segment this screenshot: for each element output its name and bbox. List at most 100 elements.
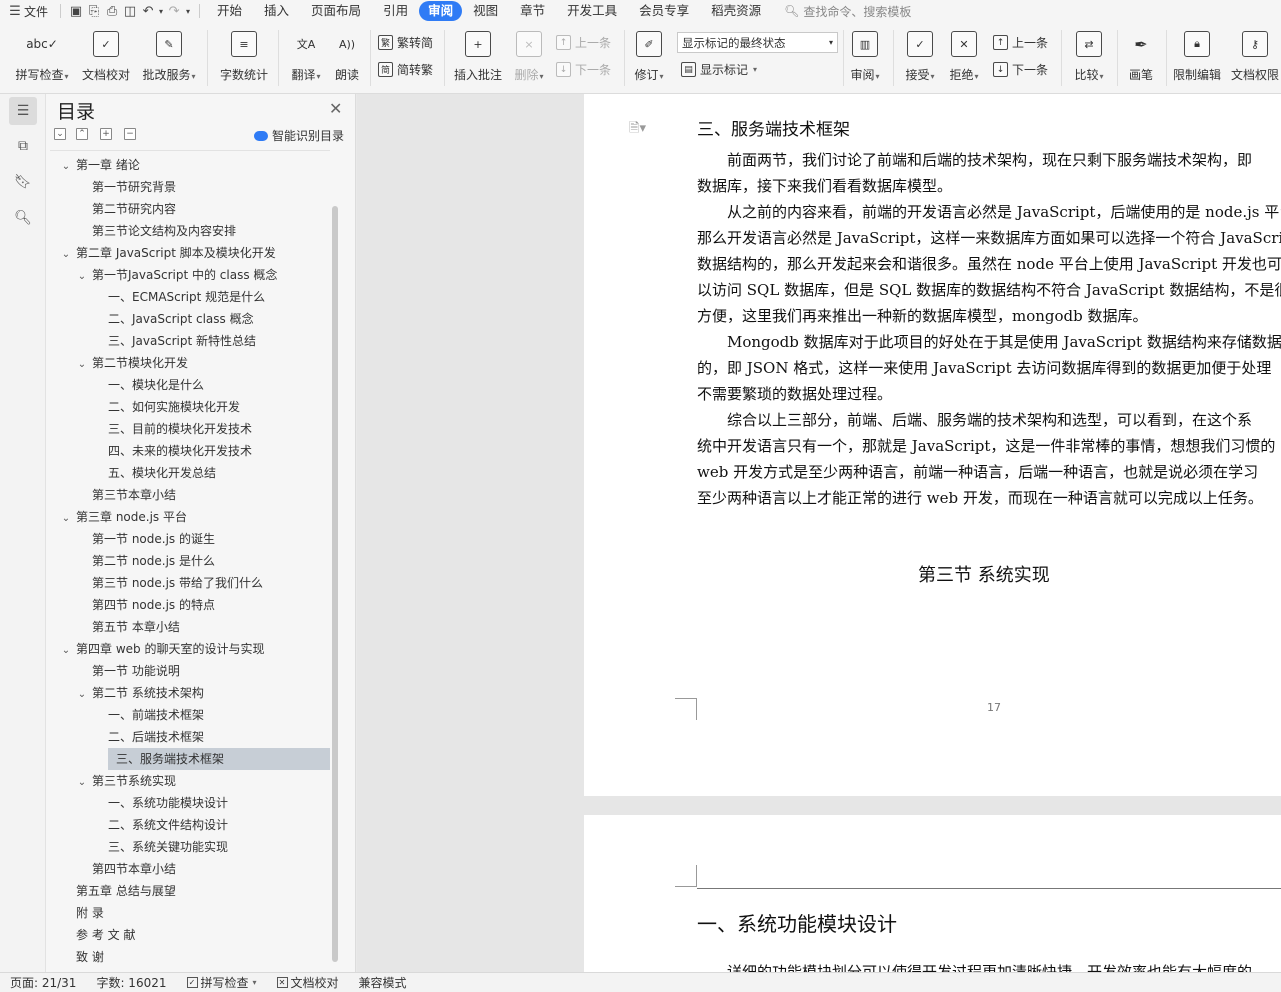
delete-comment-button[interactable]: × 删除▾: [510, 22, 548, 83]
toc-item[interactable]: 第四节本章小结: [50, 858, 330, 880]
redo-icon[interactable]: ↷: [165, 0, 183, 22]
toc-item[interactable]: 一、ECMAScript 规范是什么: [50, 286, 330, 308]
toc-item[interactable]: 一、模块化是什么: [50, 374, 330, 396]
toc-item[interactable]: 三、系统关键功能实现: [50, 836, 330, 858]
search-icon[interactable]: 🔍︎: [9, 204, 37, 232]
prev-comment-button[interactable]: ↑ 上一条: [556, 34, 611, 51]
tab-3[interactable]: 引用: [372, 1, 419, 21]
doc-proof-toggle[interactable]: ✕ 文档校对: [267, 974, 349, 991]
toc-item[interactable]: 第三节论文结构及内容安排: [50, 220, 330, 242]
document-page[interactable]: 一、系统功能模块设计 详细的功能模块划分可以使得开发过程更加清晰快捷，开发效率也…: [584, 815, 1281, 972]
chevron-down-icon[interactable]: ⌄: [60, 508, 72, 530]
chevron-down-icon[interactable]: ⌄: [76, 772, 88, 794]
toc-item[interactable]: 致 谢: [50, 946, 330, 968]
word-count-indicator[interactable]: 字数: 16021: [86, 974, 176, 991]
toc-item[interactable]: ⌄ 第二章 JavaScript 脚本及模块化开发: [50, 242, 330, 264]
simp-to-trad-button[interactable]: 简 简转繁: [378, 61, 433, 78]
close-icon[interactable]: ✕: [329, 99, 342, 118]
document-page[interactable]: 🗎︎▾ 三、服务端技术框架 前面两节，我们讨论了前端和后端的技术架构，现在只剩下…: [584, 94, 1281, 796]
tab-0[interactable]: 开始: [206, 1, 253, 21]
tab-8[interactable]: 会员专享: [628, 1, 700, 21]
toc-item[interactable]: 第一节 node.js 的诞生: [50, 528, 330, 550]
doc-proof-button[interactable]: ✓ 文档校对: [80, 22, 132, 83]
toc-item[interactable]: 第五章 总结与展望: [50, 880, 330, 902]
toc-item[interactable]: 第四节 node.js 的特点: [50, 594, 330, 616]
chevron-down-icon[interactable]: ⌄: [60, 156, 72, 178]
chevron-down-icon[interactable]: ⌄: [60, 244, 72, 266]
toc-item[interactable]: ⌄ 第二节 系统技术架构: [50, 682, 330, 704]
toc-item[interactable]: 附 录: [50, 902, 330, 924]
toc-item[interactable]: 二、JavaScript class 概念: [50, 308, 330, 330]
show-markup-button[interactable]: ▤ 显示标记 ▾: [681, 61, 757, 78]
insert-comment-button[interactable]: + 插入批注: [452, 22, 504, 83]
command-search[interactable]: 🔍︎ 查找命令、搜索模板: [784, 3, 911, 20]
prev-change-button[interactable]: ↑ 上一条: [993, 34, 1048, 51]
paragraph-menu-icon[interactable]: 🗎︎▾: [629, 119, 646, 141]
expand-all-icon[interactable]: ⌃: [76, 128, 88, 140]
toc-item[interactable]: 第二节研究内容: [50, 198, 330, 220]
chevron-down-icon[interactable]: ⌄: [76, 684, 88, 706]
accept-button[interactable]: ✓ 接受▾: [902, 22, 938, 83]
spellcheck-toggle[interactable]: ✓ 拼写检查 ▾: [177, 974, 267, 991]
review-pane-button[interactable]: ▥ 审阅▾: [848, 22, 882, 83]
toc-item[interactable]: ⌄ 第四章 web 的聊天室的设计与实现: [50, 638, 330, 660]
tab-5[interactable]: 视图: [462, 1, 509, 21]
toc-item[interactable]: ⌄ 第三章 node.js 平台: [50, 506, 330, 528]
word-count-button[interactable]: ≡ 字数统计: [218, 22, 270, 83]
collapse-all-icon[interactable]: ⌄: [54, 128, 66, 140]
compare-button[interactable]: ⇄ 比较▾: [1069, 22, 1109, 83]
chapter-nav-icon[interactable]: ⧉: [9, 132, 37, 160]
next-comment-button[interactable]: ↓ 下一条: [556, 61, 611, 78]
quick-access-dropdown-icon[interactable]: ▾: [183, 0, 193, 22]
tab-1[interactable]: 插入: [253, 1, 300, 21]
undo-icon[interactable]: ↶: [139, 0, 157, 22]
toc-item[interactable]: 一、前端技术框架: [50, 704, 330, 726]
translate-button[interactable]: 文A 翻译▾: [287, 22, 325, 83]
file-menu[interactable]: ☰ 文件: [0, 0, 54, 22]
markup-state-select[interactable]: 显示标记的最终状态 ▾: [677, 32, 838, 53]
undo-dropdown-icon[interactable]: ▾: [157, 0, 165, 22]
chevron-down-icon[interactable]: ⌄: [60, 640, 72, 662]
toc-item[interactable]: ⌄ 第三节系统实现: [50, 770, 330, 792]
toc-item[interactable]: 第二节 node.js 是什么: [50, 550, 330, 572]
toc-item[interactable]: 一、系统功能模块设计: [50, 792, 330, 814]
scrollbar-thumb[interactable]: [332, 206, 338, 962]
toc-item[interactable]: 第三节 node.js 带给了我们什么: [50, 572, 330, 594]
toc-item[interactable]: 二、系统文件结构设计: [50, 814, 330, 836]
trad-to-simp-button[interactable]: 繁 繁转简: [378, 34, 433, 51]
save-icon[interactable]: ▣: [67, 0, 85, 22]
next-change-button[interactable]: ↓ 下一条: [993, 61, 1048, 78]
reject-button[interactable]: ✕ 拒绝▾: [946, 22, 982, 83]
doc-permission-button[interactable]: ⚷ 文档权限: [1229, 22, 1281, 83]
tab-9[interactable]: 稻壳资源: [700, 1, 772, 21]
bookmark-icon[interactable]: 🔖︎: [9, 168, 37, 196]
tab-6[interactable]: 章节: [509, 1, 556, 21]
toc-item[interactable]: 二、如何实施模块化开发: [50, 396, 330, 418]
toc-item[interactable]: 参 考 文 献: [50, 924, 330, 946]
tab-7[interactable]: 开发工具: [556, 1, 628, 21]
tab-4[interactable]: 审阅: [419, 1, 463, 21]
print-preview-icon[interactable]: ◫: [121, 0, 139, 22]
export-pdf-icon[interactable]: ⎘: [85, 0, 103, 22]
toc-item[interactable]: 第一节研究背景: [50, 176, 330, 198]
toc-item[interactable]: ⌄ 第二节模块化开发: [50, 352, 330, 374]
toc-item[interactable]: 二、后端技术框架: [50, 726, 330, 748]
batch-service-button[interactable]: ✎ 批改服务▾: [140, 22, 198, 83]
toc-item[interactable]: 三、JavaScript 新特性总结: [50, 330, 330, 352]
chevron-down-icon[interactable]: ⌄: [76, 354, 88, 376]
pen-button[interactable]: ✒ 画笔: [1124, 22, 1158, 83]
add-heading-icon[interactable]: +: [100, 128, 112, 140]
toc-panel-icon[interactable]: ☰: [9, 97, 37, 125]
toc-item[interactable]: 第五节 本章小结: [50, 616, 330, 638]
read-aloud-button[interactable]: A)) 朗读: [330, 22, 364, 83]
restrict-edit-button[interactable]: 🔒︎ 限制编辑: [1171, 22, 1223, 83]
print-icon[interactable]: ⎙: [103, 0, 121, 22]
toc-item[interactable]: 三、目前的模块化开发技术: [50, 418, 330, 440]
toc-item[interactable]: 第三节本章小结: [50, 484, 330, 506]
page-indicator[interactable]: 页面: 21/31: [0, 974, 86, 991]
spellcheck-button[interactable]: abc✓ 拼写检查▾: [12, 22, 72, 83]
chevron-down-icon[interactable]: ⌄: [76, 266, 88, 288]
toc-item[interactable]: 三、服务端技术框架: [108, 748, 330, 770]
toc-item[interactable]: ⌄ 第一章 绪论: [50, 154, 330, 176]
ai-detect-toc-button[interactable]: 智能识别目录: [254, 127, 344, 144]
